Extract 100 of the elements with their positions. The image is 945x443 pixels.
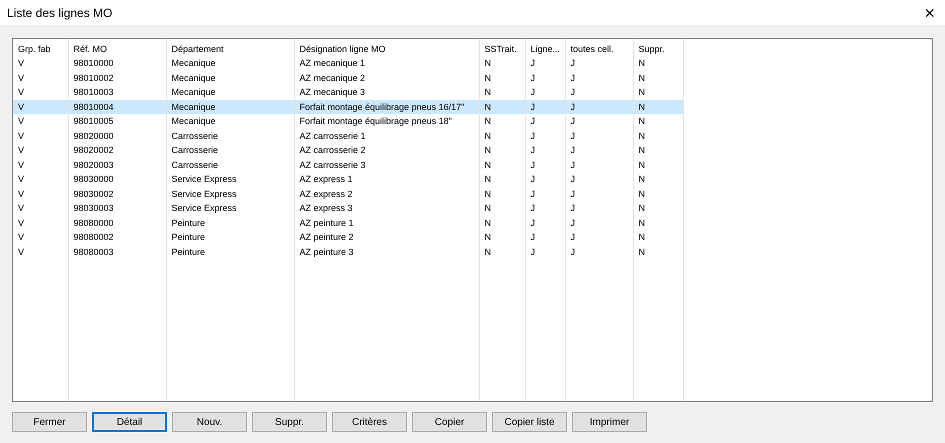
table-cell: V bbox=[13, 143, 68, 158]
table-cell: V bbox=[13, 244, 68, 259]
table-cell: Peinture bbox=[166, 230, 294, 244]
table-cell: N bbox=[633, 56, 683, 70]
table-cell: AZ peinture 1 bbox=[294, 216, 479, 230]
close-button[interactable]: × bbox=[924, 4, 935, 22]
table-cell: J bbox=[565, 216, 633, 230]
table-row[interactable]: V 98020002 Carrosserie AZ carrosserie 2 N J J N bbox=[13, 143, 683, 158]
table-cell: J bbox=[525, 128, 565, 143]
table-row[interactable]: V 98080000 Peinture AZ peinture 1 N J J N bbox=[13, 216, 683, 230]
column-header[interactable]: Département bbox=[166, 39, 294, 56]
table-cell: J bbox=[525, 143, 565, 158]
table-row[interactable]: V 98020000 Carrosserie AZ carrosserie 1 N J J N bbox=[13, 128, 683, 143]
table-cell: N bbox=[479, 216, 525, 230]
table-row[interactable]: V 98010004 Mecanique Forfait montage équilibrage pneus 16/17" N J J N bbox=[13, 100, 683, 114]
table-cell: N bbox=[479, 201, 525, 216]
table-cell: J bbox=[565, 100, 633, 114]
table-cell: J bbox=[525, 172, 565, 186]
table-cell: N bbox=[633, 244, 683, 259]
table-row[interactable]: V 98010002 Mecanique AZ mecanique 2 N J J N bbox=[13, 70, 683, 85]
table-cell: N bbox=[479, 230, 525, 244]
table-cell: J bbox=[525, 186, 565, 201]
table-row[interactable]: V 98030000 Service Express AZ express 1 N J J N bbox=[13, 172, 683, 186]
dialog-button[interactable]: Nouv. bbox=[172, 412, 247, 432]
table-cell: 98010004 bbox=[68, 100, 166, 114]
table-row[interactable]: V 98030002 Service Express AZ express 2 N J J N bbox=[13, 186, 683, 201]
table-cell: N bbox=[633, 70, 683, 85]
table-cell: J bbox=[565, 114, 633, 128]
table-cell: Carrosserie bbox=[166, 128, 294, 143]
table-cell: J bbox=[565, 201, 633, 216]
table-cell: V bbox=[13, 56, 68, 70]
table-cell: AZ mecanique 2 bbox=[294, 70, 479, 85]
table-cell: J bbox=[565, 172, 633, 186]
table-cell: V bbox=[13, 172, 68, 186]
table-cell: 98080002 bbox=[68, 230, 166, 244]
table-cell: V bbox=[13, 186, 68, 201]
table-cell: J bbox=[565, 230, 633, 244]
table-cell: V bbox=[13, 70, 68, 85]
column-header[interactable]: SSTrait. bbox=[479, 39, 525, 56]
table-cell: J bbox=[565, 128, 633, 143]
table-cell: J bbox=[565, 143, 633, 158]
table-cell: Service Express bbox=[166, 186, 294, 201]
table-cell: 98030003 bbox=[68, 201, 166, 216]
table-cell: 98020003 bbox=[68, 158, 166, 172]
table-cell: J bbox=[525, 201, 565, 216]
table-cell: N bbox=[633, 158, 683, 172]
column-header[interactable]: Réf. MO bbox=[68, 39, 166, 56]
table-cell: N bbox=[479, 56, 525, 70]
table-cell: J bbox=[565, 158, 633, 172]
table-cell: V bbox=[13, 114, 68, 128]
column-header[interactable]: Désignation ligne MO bbox=[294, 39, 479, 56]
table-cell: V bbox=[13, 201, 68, 216]
table-cell: AZ express 1 bbox=[294, 172, 479, 186]
dialog-button[interactable]: Suppr. bbox=[252, 412, 327, 432]
dialog-button[interactable]: Fermer bbox=[12, 412, 87, 432]
table-row[interactable]: V 98030003 Service Express AZ express 3 N J J N bbox=[13, 201, 683, 216]
column-header[interactable]: toutes cell. bbox=[565, 39, 633, 56]
table-cell: AZ mecanique 1 bbox=[294, 56, 479, 70]
table-cell: Forfait montage équilibrage pneus 18" bbox=[294, 114, 479, 128]
table-cell: N bbox=[633, 128, 683, 143]
table-cell: V bbox=[13, 230, 68, 244]
table-cell: Service Express bbox=[166, 201, 294, 216]
table-cell: AZ express 2 bbox=[294, 186, 479, 201]
table-cell: Forfait montage équilibrage pneus 16/17" bbox=[294, 100, 479, 114]
table-cell: J bbox=[525, 70, 565, 85]
table-cell: J bbox=[565, 70, 633, 85]
table-row[interactable]: V 98010005 Mecanique Forfait montage équilibrage pneus 18" N J J N bbox=[13, 114, 683, 128]
table-cell: 98080003 bbox=[68, 244, 166, 259]
column-header[interactable]: Ligne... bbox=[525, 39, 565, 56]
table-cell: J bbox=[525, 216, 565, 230]
column-header[interactable]: Suppr. bbox=[633, 39, 683, 56]
column-header[interactable]: Grp. fab bbox=[13, 39, 68, 56]
dialog-button[interactable]: Critères bbox=[332, 412, 407, 432]
table-row[interactable]: V 98080002 Peinture AZ peinture 2 N J J N bbox=[13, 230, 683, 244]
table-cell: Peinture bbox=[166, 216, 294, 230]
table-cell: N bbox=[479, 70, 525, 85]
dialog-button[interactable]: Copier liste bbox=[492, 412, 567, 432]
table-cell: 98020000 bbox=[68, 128, 166, 143]
table-cell: J bbox=[565, 244, 633, 259]
table-cell: AZ peinture 3 bbox=[294, 244, 479, 259]
table-cell: AZ peinture 2 bbox=[294, 230, 479, 244]
table-cell: N bbox=[633, 143, 683, 158]
table-cell: 98030000 bbox=[68, 172, 166, 186]
table-row[interactable]: V 98020003 Carrosserie AZ carrosserie 3 N J J N bbox=[13, 158, 683, 172]
table-cell: AZ carrosserie 1 bbox=[294, 128, 479, 143]
table-cell: N bbox=[479, 244, 525, 259]
table-row[interactable]: V 98080003 Peinture AZ peinture 3 N J J N bbox=[13, 244, 683, 259]
dialog-button[interactable]: Détail bbox=[92, 412, 167, 432]
table-cell: Carrosserie bbox=[166, 143, 294, 158]
table-cell: N bbox=[479, 100, 525, 114]
table-cell: 98010002 bbox=[68, 70, 166, 85]
table-cell: N bbox=[479, 158, 525, 172]
table-row[interactable]: V 98010000 Mecanique AZ mecanique 1 N J J N bbox=[13, 56, 683, 70]
dialog-button[interactable]: Imprimer bbox=[572, 412, 647, 432]
dialog-button[interactable]: Copier bbox=[412, 412, 487, 432]
table-cell: V bbox=[13, 216, 68, 230]
table-cell: J bbox=[565, 56, 633, 70]
table-cell: J bbox=[525, 230, 565, 244]
table-cell: Service Express bbox=[166, 172, 294, 186]
table-cell: Peinture bbox=[166, 244, 294, 259]
